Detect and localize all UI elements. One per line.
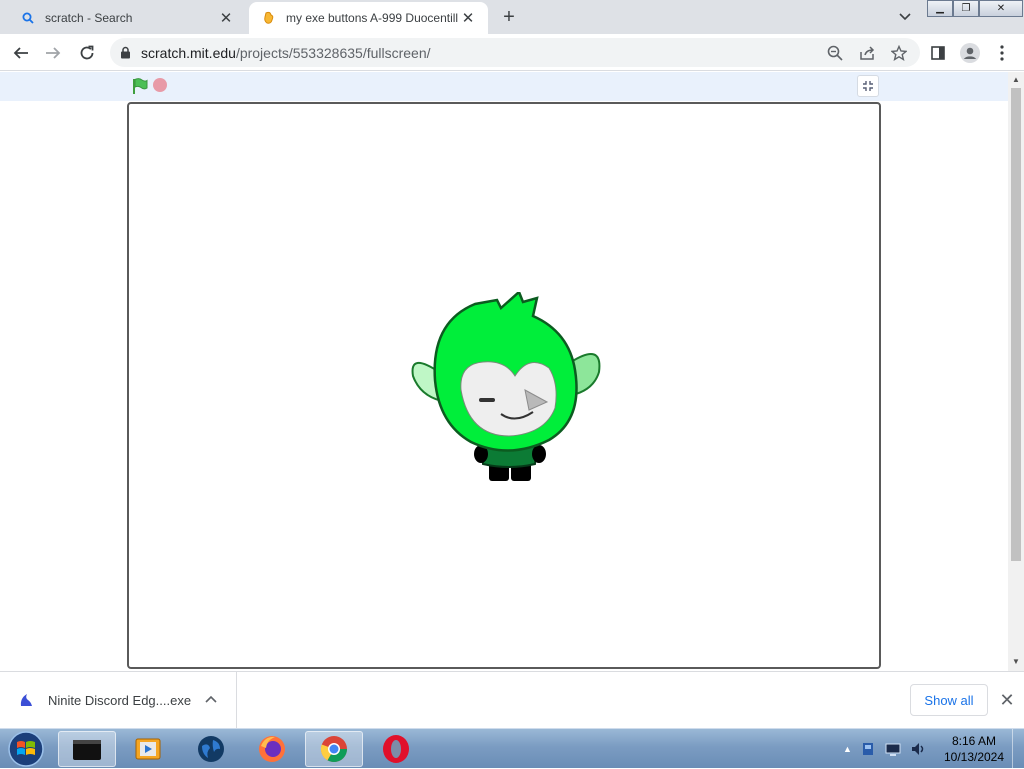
side-panel-icon[interactable] xyxy=(925,40,951,66)
profile-avatar-icon[interactable] xyxy=(957,40,983,66)
taskbar-media-player[interactable] xyxy=(119,731,177,767)
taskbar-terminal[interactable] xyxy=(58,731,116,767)
ninite-file-icon xyxy=(20,694,32,706)
restore-button[interactable]: ❐ xyxy=(953,0,979,17)
tab-title: my exe buttons A-999 Duocentill xyxy=(286,11,459,25)
search-icon xyxy=(20,10,36,26)
download-item[interactable]: Ninite Discord Edg....exe xyxy=(0,672,237,728)
minimize-button[interactable]: ▁ xyxy=(927,0,953,17)
taskbar-opera[interactable] xyxy=(367,731,425,767)
firefox-icon xyxy=(259,736,285,762)
page-scrollbar[interactable]: ▲ ▼ xyxy=(1008,72,1024,671)
media-player-icon xyxy=(135,738,161,760)
tab-search-chevron-icon[interactable] xyxy=(893,6,917,28)
scroll-thumb[interactable] xyxy=(1011,88,1021,561)
browser-toolbar: scratch.mit.edu/projects/553328635/fulls… xyxy=(0,34,1024,71)
scroll-up-arrow-icon[interactable]: ▲ xyxy=(1012,75,1020,84)
zoom-icon[interactable] xyxy=(824,42,846,64)
taskbar-chrome[interactable] xyxy=(305,731,363,767)
tab-strip: scratch - Search ✕ my exe buttons A-999 … xyxy=(0,0,1024,34)
tray-app-icon[interactable] xyxy=(860,741,876,757)
tab-scratch-project[interactable]: my exe buttons A-999 Duocentill ✕ xyxy=(249,2,488,34)
taskbar-firefox[interactable] xyxy=(243,731,301,767)
share-icon[interactable] xyxy=(856,42,878,64)
network-icon[interactable] xyxy=(884,741,902,757)
scratch-icon xyxy=(261,10,277,26)
forward-arrow-icon[interactable] xyxy=(40,40,66,66)
url-host: scratch.mit.edu xyxy=(141,44,236,61)
lock-icon[interactable] xyxy=(120,46,131,59)
opera-icon xyxy=(383,735,409,763)
scroll-down-arrow-icon[interactable]: ▼ xyxy=(1012,657,1020,666)
clock-date: 10/13/2024 xyxy=(943,750,1005,764)
download-options-chevron-icon[interactable] xyxy=(205,692,217,706)
back-arrow-icon[interactable] xyxy=(8,40,34,66)
terminal-icon xyxy=(73,740,101,760)
new-tab-button[interactable]: + xyxy=(497,5,521,29)
green-haired-character-sprite[interactable] xyxy=(409,292,605,482)
window-close-button[interactable]: ✕ xyxy=(979,0,1023,17)
download-filename: Ninite Discord Edg....exe xyxy=(48,692,192,708)
windows-taskbar: ▲ 8:16 AM 10/13/2024 xyxy=(0,728,1024,769)
url-path: /projects/553328635/fullscreen/ xyxy=(235,44,431,61)
reload-icon[interactable] xyxy=(74,40,100,66)
window-controls: ▁ ❐ ✕ xyxy=(927,0,1023,18)
volume-icon[interactable] xyxy=(910,741,926,757)
system-tray: ▲ xyxy=(843,729,926,769)
scratch-stage[interactable] xyxy=(127,102,881,669)
close-download-shelf-icon[interactable]: ✕ xyxy=(996,689,1018,711)
chrome-icon xyxy=(320,736,348,763)
show-desktop-button[interactable] xyxy=(1012,729,1024,769)
taskbar-clock[interactable]: 8:16 AM 10/13/2024 xyxy=(940,733,1008,765)
green-flag-icon[interactable] xyxy=(131,77,149,95)
start-orb-icon[interactable] xyxy=(6,730,46,768)
url-text: scratch.mit.edu/projects/553328635/fulls… xyxy=(141,45,431,61)
omnibox-actions xyxy=(824,42,910,64)
clock-time: 8:16 AM xyxy=(951,734,997,748)
bookmark-star-icon[interactable] xyxy=(888,42,910,64)
globe-icon xyxy=(198,736,224,762)
stop-icon[interactable] xyxy=(153,78,167,92)
download-shelf: Ninite Discord Edg....exe Show all ✕ xyxy=(0,671,1024,728)
taskbar-globe[interactable] xyxy=(182,731,240,767)
show-all-button[interactable]: Show all xyxy=(910,684,988,716)
tab-close-icon[interactable]: ✕ xyxy=(460,10,476,27)
tab-scratch-search[interactable]: scratch - Search ✕ xyxy=(8,2,246,34)
tab-title: scratch - Search xyxy=(45,11,133,25)
tab-close-icon[interactable]: ✕ xyxy=(218,10,234,27)
address-bar[interactable]: scratch.mit.edu/projects/553328635/fulls… xyxy=(110,38,920,67)
tray-expand-icon[interactable]: ▲ xyxy=(843,744,852,754)
unfullscreen-icon[interactable] xyxy=(857,75,879,97)
menu-kebab-icon[interactable] xyxy=(989,40,1015,66)
